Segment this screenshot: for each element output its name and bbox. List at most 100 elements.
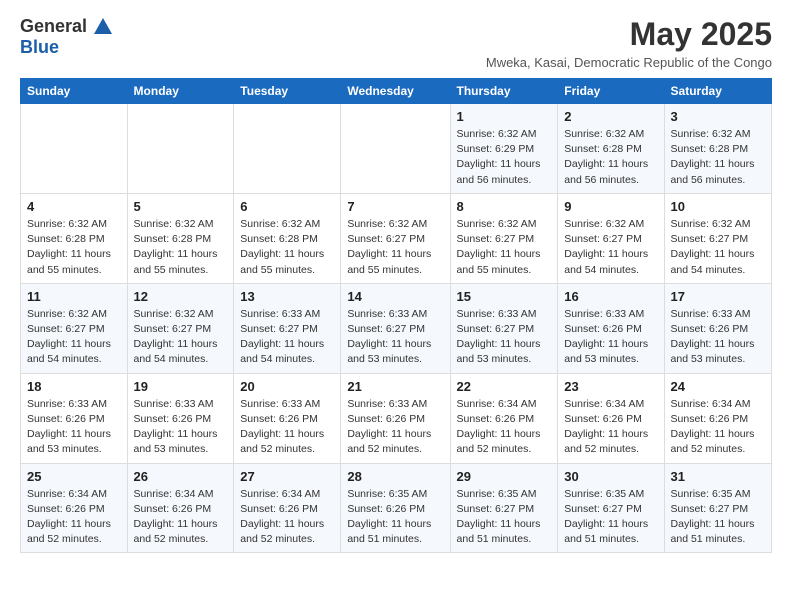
calendar-cell: 16 Sunrise: 6:33 AM Sunset: 6:26 PM Dayli… [558, 283, 664, 373]
calendar-cell: 5 Sunrise: 6:32 AM Sunset: 6:28 PM Daylig… [127, 193, 234, 283]
day-info: Sunrise: 6:33 AM Sunset: 6:27 PM Dayligh… [240, 307, 334, 368]
day-number: 20 [240, 379, 334, 394]
calendar-cell: 4 Sunrise: 6:32 AM Sunset: 6:28 PM Daylig… [21, 193, 128, 283]
day-info: Sunrise: 6:32 AM Sunset: 6:27 PM Dayligh… [347, 217, 443, 278]
calendar-cell: 29 Sunrise: 6:35 AM Sunset: 6:27 PM Dayli… [450, 463, 558, 553]
calendar-cell: 8 Sunrise: 6:32 AM Sunset: 6:27 PM Daylig… [450, 193, 558, 283]
logo-icon [87, 16, 114, 36]
calendar-cell: 19 Sunrise: 6:33 AM Sunset: 6:26 PM Dayli… [127, 373, 234, 463]
day-info: Sunrise: 6:32 AM Sunset: 6:28 PM Dayligh… [134, 217, 228, 278]
day-number: 19 [134, 379, 228, 394]
day-info: Sunrise: 6:32 AM Sunset: 6:27 PM Dayligh… [564, 217, 657, 278]
day-info: Sunrise: 6:32 AM Sunset: 6:27 PM Dayligh… [457, 217, 552, 278]
calendar-cell [234, 104, 341, 194]
calendar-cell: 22 Sunrise: 6:34 AM Sunset: 6:26 PM Dayli… [450, 373, 558, 463]
page-header: General Blue May 2025 Mweka, Kasai, Demo… [20, 16, 772, 70]
day-number: 24 [671, 379, 765, 394]
calendar-cell: 2 Sunrise: 6:32 AM Sunset: 6:28 PM Daylig… [558, 104, 664, 194]
day-info: Sunrise: 6:33 AM Sunset: 6:26 PM Dayligh… [134, 397, 228, 458]
day-number: 13 [240, 289, 334, 304]
calendar-cell: 31 Sunrise: 6:35 AM Sunset: 6:27 PM Dayli… [664, 463, 771, 553]
day-number: 3 [671, 109, 765, 124]
day-number: 16 [564, 289, 657, 304]
day-number: 6 [240, 199, 334, 214]
calendar-cell: 12 Sunrise: 6:32 AM Sunset: 6:27 PM Dayli… [127, 283, 234, 373]
calendar-cell: 27 Sunrise: 6:34 AM Sunset: 6:26 PM Dayli… [234, 463, 341, 553]
calendar-cell: 14Sunrise: 6:33 AM Sunset: 6:27 PM Dayli… [341, 283, 450, 373]
day-info: Sunrise: 6:32 AM Sunset: 6:28 PM Dayligh… [671, 127, 765, 188]
calendar-cell: 25 Sunrise: 6:34 AM Sunset: 6:26 PM Dayli… [21, 463, 128, 553]
day-number: 30 [564, 469, 657, 484]
calendar-cell: 10Sunrise: 6:32 AM Sunset: 6:27 PM Dayli… [664, 193, 771, 283]
day-number: 2 [564, 109, 657, 124]
day-number: 27 [240, 469, 334, 484]
day-number: 11 [27, 289, 121, 304]
day-info: Sunrise: 6:33 AM Sunset: 6:26 PM Dayligh… [671, 307, 765, 368]
calendar-cell: 13 Sunrise: 6:33 AM Sunset: 6:27 PM Dayli… [234, 283, 341, 373]
day-number: 8 [457, 199, 552, 214]
calendar-week-row: 25 Sunrise: 6:34 AM Sunset: 6:26 PM Dayli… [21, 463, 772, 553]
column-header-wednesday: Wednesday [341, 79, 450, 104]
day-info: Sunrise: 6:35 AM Sunset: 6:26 PM Dayligh… [347, 487, 443, 548]
column-header-thursday: Thursday [450, 79, 558, 104]
calendar-cell: 1 Sunrise: 6:32 AM Sunset: 6:29 PM Daylig… [450, 104, 558, 194]
day-info: Sunrise: 6:32 AM Sunset: 6:27 PM Dayligh… [134, 307, 228, 368]
day-info: Sunrise: 6:32 AM Sunset: 6:28 PM Dayligh… [564, 127, 657, 188]
calendar-cell: 30 Sunrise: 6:35 AM Sunset: 6:27 PM Dayli… [558, 463, 664, 553]
calendar-week-row: 18 Sunrise: 6:33 AM Sunset: 6:26 PM Dayli… [21, 373, 772, 463]
day-number: 9 [564, 199, 657, 214]
calendar-week-row: 1 Sunrise: 6:32 AM Sunset: 6:29 PM Daylig… [21, 104, 772, 194]
day-info: Sunrise: 6:34 AM Sunset: 6:26 PM Dayligh… [240, 487, 334, 548]
day-info: Sunrise: 6:34 AM Sunset: 6:26 PM Dayligh… [134, 487, 228, 548]
calendar-week-row: 11 Sunrise: 6:32 AM Sunset: 6:27 PM Dayli… [21, 283, 772, 373]
day-info: Sunrise: 6:34 AM Sunset: 6:26 PM Dayligh… [457, 397, 552, 458]
day-info: Sunrise: 6:35 AM Sunset: 6:27 PM Dayligh… [564, 487, 657, 548]
day-info: Sunrise: 6:33 AM Sunset: 6:26 PM Dayligh… [240, 397, 334, 458]
title-block: May 2025 Mweka, Kasai, Democratic Republ… [486, 16, 772, 70]
day-number: 31 [671, 469, 765, 484]
day-number: 7 [347, 199, 443, 214]
day-number: 25 [27, 469, 121, 484]
calendar-cell: 20 Sunrise: 6:33 AM Sunset: 6:26 PM Dayli… [234, 373, 341, 463]
calendar-cell: 3 Sunrise: 6:32 AM Sunset: 6:28 PM Daylig… [664, 104, 771, 194]
logo-blue-text: Blue [20, 37, 59, 57]
day-info: Sunrise: 6:32 AM Sunset: 6:28 PM Dayligh… [27, 217, 121, 278]
day-number: 12 [134, 289, 228, 304]
day-number: 23 [564, 379, 657, 394]
day-number: 17 [671, 289, 765, 304]
day-number: 22 [457, 379, 552, 394]
month-year-title: May 2025 [486, 16, 772, 53]
day-info: Sunrise: 6:34 AM Sunset: 6:26 PM Dayligh… [27, 487, 121, 548]
calendar-cell [127, 104, 234, 194]
day-info: Sunrise: 6:34 AM Sunset: 6:26 PM Dayligh… [671, 397, 765, 458]
calendar-cell: 15Sunrise: 6:33 AM Sunset: 6:27 PM Dayli… [450, 283, 558, 373]
calendar-cell [21, 104, 128, 194]
calendar-table: SundayMondayTuesdayWednesdayThursdayFrid… [20, 78, 772, 553]
calendar-week-row: 4 Sunrise: 6:32 AM Sunset: 6:28 PM Daylig… [21, 193, 772, 283]
day-number: 29 [457, 469, 552, 484]
column-header-monday: Monday [127, 79, 234, 104]
calendar-cell: 21Sunrise: 6:33 AM Sunset: 6:26 PM Dayli… [341, 373, 450, 463]
day-info: Sunrise: 6:32 AM Sunset: 6:27 PM Dayligh… [671, 217, 765, 278]
day-info: Sunrise: 6:35 AM Sunset: 6:27 PM Dayligh… [457, 487, 552, 548]
day-number: 1 [457, 109, 552, 124]
day-info: Sunrise: 6:33 AM Sunset: 6:26 PM Dayligh… [564, 307, 657, 368]
day-info: Sunrise: 6:34 AM Sunset: 6:26 PM Dayligh… [564, 397, 657, 458]
day-info: Sunrise: 6:32 AM Sunset: 6:28 PM Dayligh… [240, 217, 334, 278]
day-number: 21 [347, 379, 443, 394]
day-info: Sunrise: 6:32 AM Sunset: 6:27 PM Dayligh… [27, 307, 121, 368]
day-number: 15 [457, 289, 552, 304]
day-number: 26 [134, 469, 228, 484]
day-info: Sunrise: 6:32 AM Sunset: 6:29 PM Dayligh… [457, 127, 552, 188]
calendar-cell: 24 Sunrise: 6:34 AM Sunset: 6:26 PM Dayli… [664, 373, 771, 463]
day-number: 18 [27, 379, 121, 394]
calendar-cell: 23 Sunrise: 6:34 AM Sunset: 6:26 PM Dayli… [558, 373, 664, 463]
column-header-saturday: Saturday [664, 79, 771, 104]
calendar-header-row: SundayMondayTuesdayWednesdayThursdayFrid… [21, 79, 772, 104]
day-number: 5 [134, 199, 228, 214]
day-number: 4 [27, 199, 121, 214]
day-info: Sunrise: 6:35 AM Sunset: 6:27 PM Dayligh… [671, 487, 765, 548]
column-header-tuesday: Tuesday [234, 79, 341, 104]
calendar-cell: 18Sunrise: 6:33 AM Sunset: 6:26 PM Dayli… [21, 373, 128, 463]
day-info: Sunrise: 6:33 AM Sunset: 6:27 PM Dayligh… [347, 307, 443, 368]
